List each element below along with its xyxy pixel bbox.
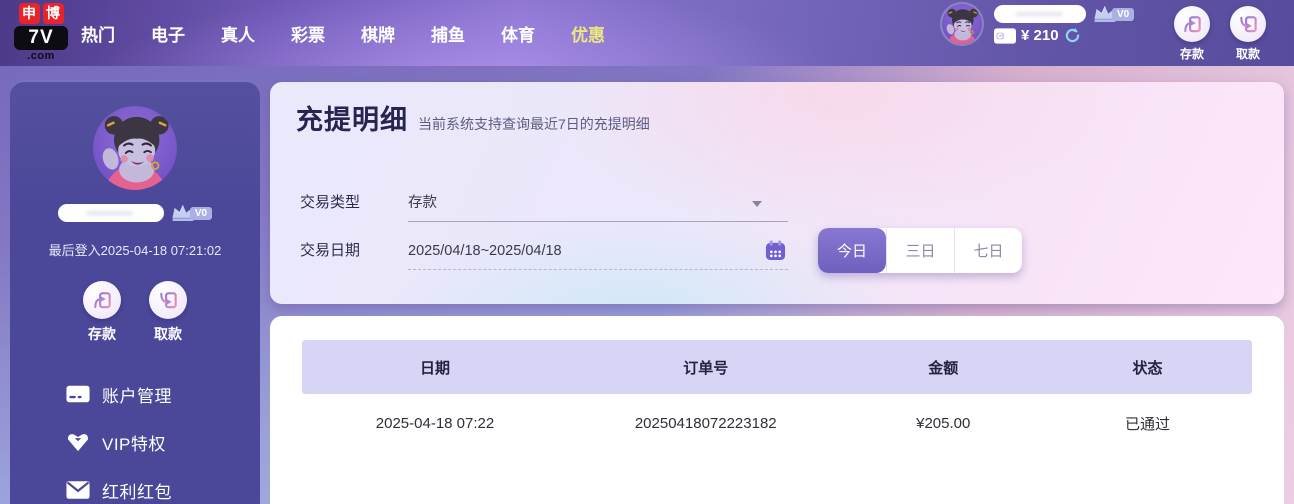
sidebar-item-account-management[interactable]: 账户管理 bbox=[10, 370, 260, 418]
withdraw-icon bbox=[158, 290, 179, 311]
sidebar-menu: 账户管理 VIP特权 红利红包 bbox=[10, 370, 260, 504]
cell-date: 2025-04-18 07:22 bbox=[302, 415, 568, 432]
transaction-type-value: 存款 bbox=[408, 195, 437, 211]
nav-item-boardgames[interactable]: 棋牌 bbox=[355, 17, 401, 50]
sidebar-quick-actions: 存款 取款 bbox=[10, 281, 260, 344]
records-panel: 日期 订单号 金额 状态 2025-04-18 07:22 2025041807… bbox=[270, 316, 1284, 504]
avatar-cartoon-icon bbox=[93, 106, 177, 190]
sidebar: ••••••••• V0 最后登入2025-04-18 07:21:02 存款 … bbox=[10, 80, 260, 504]
sidebar-deposit-button[interactable]: 存款 bbox=[80, 281, 124, 344]
vip-level-badge: V0 bbox=[1112, 8, 1134, 21]
bank-card-icon bbox=[66, 383, 90, 405]
main-nav: 热门 电子 真人 彩票 棋牌 捕鱼 体育 优惠 bbox=[75, 0, 611, 66]
balance-amount: ¥ 210 bbox=[1021, 27, 1059, 44]
deposit-circle bbox=[1174, 6, 1210, 42]
header-date: 日期 bbox=[302, 357, 568, 378]
topbar-user-meta: ••••••••• V0 ¥ 210 bbox=[994, 4, 1134, 44]
sidebar-vip-level-badge: V0 bbox=[190, 207, 212, 220]
brand-badge-bo: 博 bbox=[43, 3, 64, 24]
table-header: 日期 订单号 金额 状态 bbox=[302, 340, 1252, 394]
cell-amount: ¥205.00 bbox=[844, 415, 1044, 432]
transaction-type-row: 交易类型 存款 bbox=[300, 184, 1060, 222]
nav-item-sports[interactable]: 体育 bbox=[495, 17, 541, 50]
filter-panel: 充提明细 当前系统支持查询最近7日的充提明细 交易类型 存款 交易日期 2025… bbox=[270, 82, 1284, 304]
range-three-days-button[interactable]: 三日 bbox=[886, 228, 954, 273]
date-range-group: 今日 三日 七日 bbox=[818, 228, 1022, 273]
transaction-date-value: 2025/04/18~2025/04/18 bbox=[408, 243, 562, 259]
nav-item-hot[interactable]: 热门 bbox=[75, 17, 121, 50]
withdraw-circle bbox=[1230, 6, 1266, 42]
transaction-date-label: 交易日期 bbox=[300, 232, 408, 270]
deposit-icon bbox=[92, 290, 113, 311]
range-today-button[interactable]: 今日 bbox=[818, 228, 886, 273]
last-login-text: 最后登入2025-04-18 07:21:02 bbox=[10, 240, 260, 259]
sidebar-user-row: ••••••••• V0 bbox=[10, 203, 260, 223]
withdraw-circle bbox=[149, 281, 187, 319]
transaction-type-label: 交易类型 bbox=[300, 184, 408, 222]
chevron-down-icon bbox=[752, 201, 762, 207]
header-amount: 金额 bbox=[844, 357, 1044, 378]
brand-badges: 申 博 bbox=[14, 3, 68, 24]
red-packet-icon bbox=[66, 479, 90, 501]
brand-badge-shen: 申 bbox=[19, 3, 40, 24]
cell-status: 已通过 bbox=[1043, 413, 1252, 434]
sidebar-username-masked: ••••••••• bbox=[58, 204, 164, 222]
brand-suffix: .com bbox=[14, 50, 68, 62]
wallet-icon bbox=[994, 28, 1016, 44]
sidebar-withdraw-button[interactable]: 取款 bbox=[146, 281, 190, 344]
withdraw-button[interactable]: 取款 bbox=[1226, 6, 1270, 62]
sidebar-item-vip-privileges[interactable]: VIP特权 bbox=[10, 418, 260, 466]
table-row[interactable]: 2025-04-18 07:22 20250418072223182 ¥205.… bbox=[302, 394, 1252, 452]
user-avatar[interactable] bbox=[942, 4, 982, 44]
nav-item-lottery[interactable]: 彩票 bbox=[285, 17, 331, 50]
username-masked: ••••••••• bbox=[994, 5, 1086, 23]
header-status: 状态 bbox=[1043, 357, 1252, 378]
panel-head: 充提明细 当前系统支持查询最近7日的充提明细 bbox=[296, 98, 650, 137]
header-order-no: 订单号 bbox=[568, 357, 844, 378]
nav-item-live[interactable]: 真人 bbox=[215, 17, 261, 50]
sidebar-user-avatar[interactable] bbox=[93, 106, 177, 190]
brand-logo[interactable]: 申 博 7V .com bbox=[14, 3, 68, 62]
top-navbar: 申 博 7V .com 热门 电子 真人 彩票 棋牌 捕鱼 体育 优惠 ••••… bbox=[0, 0, 1294, 66]
nav-item-slots[interactable]: 电子 bbox=[145, 17, 191, 50]
calendar-icon[interactable] bbox=[765, 240, 786, 261]
page-title: 充提明细 bbox=[296, 98, 408, 137]
withdraw-icon bbox=[1238, 14, 1259, 35]
transaction-date-input[interactable]: 2025/04/18~2025/04/18 bbox=[408, 232, 788, 270]
transaction-type-select[interactable]: 存款 bbox=[408, 184, 788, 222]
sidebar-item-red-packet[interactable]: 红利红包 bbox=[10, 466, 260, 504]
deposit-icon bbox=[1182, 14, 1203, 35]
topbar-user-area: ••••••••• V0 ¥ 210 bbox=[942, 4, 1134, 44]
topbar-quick-actions: 存款 取款 bbox=[1170, 6, 1270, 62]
page-subtitle: 当前系统支持查询最近7日的充提明细 bbox=[418, 114, 650, 134]
nav-item-promotions[interactable]: 优惠 bbox=[565, 17, 611, 50]
brand-main: 7V bbox=[14, 26, 68, 50]
refresh-balance-icon[interactable] bbox=[1064, 27, 1081, 44]
deposit-circle bbox=[83, 281, 121, 319]
deposit-button[interactable]: 存款 bbox=[1170, 6, 1214, 62]
vip-gem-icon bbox=[66, 431, 90, 453]
range-seven-days-button[interactable]: 七日 bbox=[954, 228, 1022, 273]
cell-order-no: 20250418072223182 bbox=[568, 415, 844, 432]
nav-item-fishing[interactable]: 捕鱼 bbox=[425, 17, 471, 50]
avatar-cartoon-icon bbox=[942, 4, 982, 44]
